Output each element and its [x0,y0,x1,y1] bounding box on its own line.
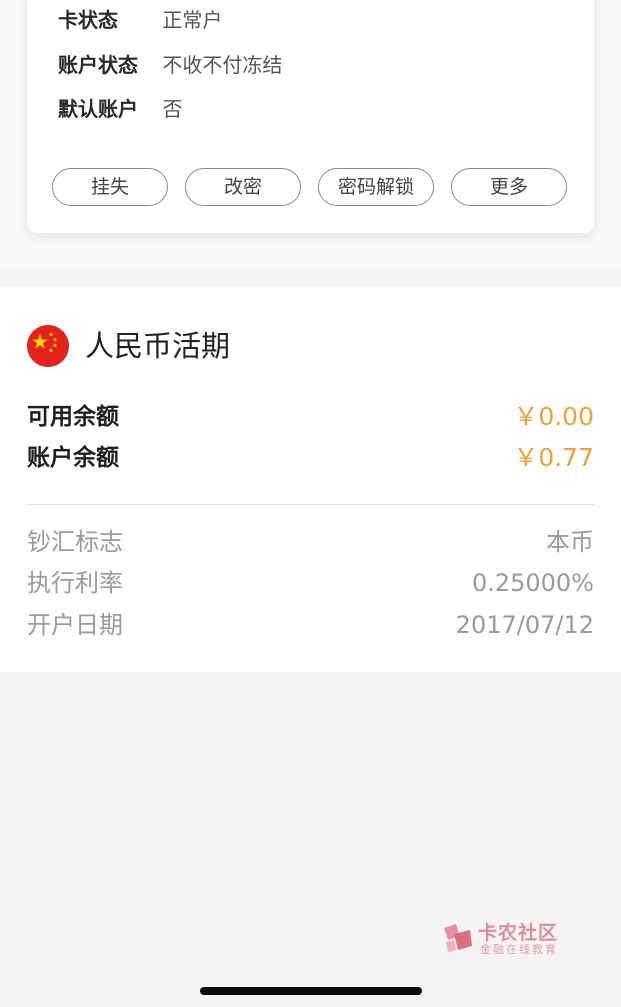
interest-rate-label: 执行利率 [27,569,123,597]
default-account-value: 否 [162,97,183,121]
rmb-current-account-section: 人民币活期 可用余额 ￥0.00 账户余额 ￥0.77 钞汇标志 本币 执行利率… [0,287,621,672]
open-date-value: 2017/07/12 [455,611,594,639]
account-status-row: 账户状态 不收不付冻结 [58,50,282,80]
account-balance-row: 账户余额 ￥0.77 [27,440,594,476]
card-status-value: 正常户 [162,8,223,32]
cash-remit-label: 钞汇标志 [27,528,123,556]
available-balance-label: 可用余额 [27,404,119,430]
china-flag-icon [27,325,69,367]
watermark: 卡农社区 金融在线教育 [440,916,570,960]
interest-rate-row: 执行利率 0.25000% [27,565,594,601]
account-status-label: 账户状态 [58,53,138,77]
open-date-row: 开户日期 2017/07/12 [27,607,594,643]
default-account-label: 默认账户 [58,97,138,121]
cash-remit-value: 本币 [546,528,594,556]
report-loss-button[interactable]: 挂失 [52,168,168,206]
account-balance-label: 账户余额 [27,445,119,471]
interest-rate-value: 0.25000% [471,569,594,597]
card-status-label: 卡状态 [58,8,118,32]
account-title: 人民币活期 [85,329,231,363]
watermark-subtitle: 金融在线教育 [480,943,558,956]
available-balance-row: 可用余额 ￥0.00 [27,399,594,435]
home-indicator[interactable] [200,987,422,995]
unlock-password-button[interactable]: 密码解锁 [318,168,434,206]
account-balance-value: ￥0.77 [513,443,594,472]
cash-remit-row: 钞汇标志 本币 [27,524,594,560]
card-status-row: 卡状态 正常户 [58,5,222,35]
account-status-value: 不收不付冻结 [162,53,283,77]
card-action-buttons: 挂失 改密 密码解锁 更多 [52,168,572,208]
default-account-row: 默认账户 否 [58,94,182,124]
card-info-panel: 卡状态 正常户 账户状态 不收不付冻结 默认账户 否 挂失 改密 密码解锁 更多 [27,0,594,233]
kanong-logo-icon [444,924,472,952]
top-area: 卡状态 正常户 账户状态 不收不付冻结 默认账户 否 挂失 改密 密码解锁 更多 [0,0,621,270]
open-date-label: 开户日期 [27,611,123,639]
more-button[interactable]: 更多 [451,168,567,206]
section-divider [27,504,594,505]
change-password-button[interactable]: 改密 [185,168,301,206]
available-balance-value: ￥0.00 [513,402,594,431]
